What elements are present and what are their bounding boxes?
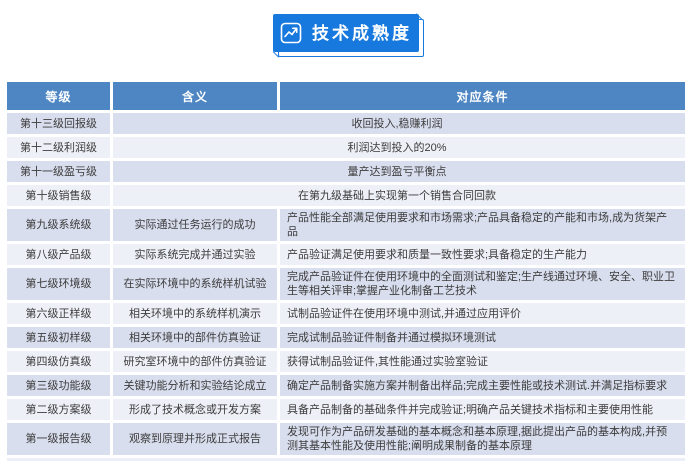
condition-cell: 确定产品制备实施方案并制备出样品;完成主要性能或技术测试.并满足指标要求 [280, 375, 685, 396]
table-row: 第八级产品级 实际系统完成并通过实验 产品验证满足使用要求和质量一致性要求;具备… [7, 244, 685, 265]
table-row: 第六级正样级 相关环境中的系统样机演示 试制品验证件在使用环境中测试,并通过应用… [7, 303, 685, 324]
condition-cell: 具备产品制备的基础条件并完成验证;明确产品关键技术指标和主要使用性能 [280, 399, 685, 420]
page: 技术成熟度 等级 含义 对应条件 第十三级回报级 收回投入,稳赚利润 第十二级利… [0, 14, 692, 461]
condition-cell: 利润达到投入的20% [113, 137, 685, 158]
level-cell: 第九级系统级 [7, 209, 110, 241]
meaning-cell: 在实际环境中的系统样机试验 [113, 268, 277, 300]
table-row: 第十一级盈亏级 量产达到盈亏平衡点 [7, 161, 685, 182]
maturity-table: 等级 含义 对应条件 第十三级回报级 收回投入,稳赚利润 第十二级利润级 利润达… [7, 82, 685, 461]
level-cell: 第一级报告级 [7, 423, 110, 455]
level-cell: 第三级功能级 [7, 375, 110, 396]
table-row: 第七级环境级 在实际环境中的系统样机试验 完成产品验证件在使用环境中的全面测试和… [7, 268, 685, 300]
trend-up-icon [280, 22, 302, 44]
level-cell: 第十一级盈亏级 [7, 161, 110, 182]
condition-cell: 完成产品验证件在使用环境中的全面测试和鉴定;生产线通过环境、安全、职业卫生等相关… [280, 268, 685, 300]
table-row: 第二级方案级 形成了技术概念或开发方案 具备产品制备的基础条件并完成验证;明确产… [7, 399, 685, 420]
condition-cell: 量产达到盈亏平衡点 [113, 161, 685, 182]
meaning-cell: 关键功能分析和实验结论成立 [113, 375, 277, 396]
meaning-cell: 相关环境中的部件仿真验证 [113, 327, 277, 348]
condition-cell: 在第九级基础上实现第一个销售合同回款 [113, 185, 685, 206]
condition-cell: 试制品验证件在使用环境中测试,并通过应用评价 [280, 303, 685, 324]
level-cell: 第十二级利润级 [7, 137, 110, 158]
level-cell: 第七级环境级 [7, 268, 110, 300]
condition-cell: 发现可作为产品研发基础的基本概念和基本原理,据此提出产品的基本构成,并预测其基本… [280, 423, 685, 455]
meaning-cell: 观察到原理并形成正式报告 [113, 423, 277, 455]
table-row: 第四级仿真级 研究室环境中的部件仿真验证 获得试制品验证件,其性能通过实验室验证 [7, 351, 685, 372]
condition-cell: 收回投入,稳赚利润 [113, 113, 685, 134]
column-header-level: 等级 [7, 82, 110, 110]
condition-cell: 获得试制品验证件,其性能通过实验室验证 [280, 351, 685, 372]
title-badge: 技术成熟度 [273, 14, 419, 52]
meaning-cell: 实际通过任务运行的成功 [113, 209, 277, 241]
column-header-meaning: 含义 [113, 82, 277, 110]
table-body: 第十三级回报级 收回投入,稳赚利润 第十二级利润级 利润达到投入的20% 第十一… [7, 113, 685, 455]
table-row: 第十二级利润级 利润达到投入的20% [7, 137, 685, 158]
table-row: 第十级销售级 在第九级基础上实现第一个销售合同回款 [7, 185, 685, 206]
level-cell: 第五级初样级 [7, 327, 110, 348]
condition-cell: 产品性能全部满足使用要求和市场需求;产品具备稳定的产能和市场,成为货架产品 [280, 209, 685, 241]
level-cell: 第十级销售级 [7, 185, 110, 206]
table-row: 第三级功能级 关键功能分析和实验结论成立 确定产品制备实施方案并制备出样品;完成… [7, 375, 685, 396]
condition-cell: 完成试制品验证件制备并通过模拟环境测试 [280, 327, 685, 348]
level-cell: 第二级方案级 [7, 399, 110, 420]
level-cell: 第六级正样级 [7, 303, 110, 324]
meaning-cell: 形成了技术概念或开发方案 [113, 399, 277, 420]
table-header: 等级 含义 对应条件 [7, 82, 685, 110]
meaning-cell: 研究室环境中的部件仿真验证 [113, 351, 277, 372]
level-cell: 第八级产品级 [7, 244, 110, 265]
table-row: 第一级报告级 观察到原理并形成正式报告 发现可作为产品研发基础的基本概念和基本原… [7, 423, 685, 455]
badge-title: 技术成熟度 [312, 25, 412, 42]
table-row: 第五级初样级 相关环境中的部件仿真验证 完成试制品验证件制备并通过模拟环境测试 [7, 327, 685, 348]
table-row: 第十三级回报级 收回投入,稳赚利润 [7, 113, 685, 134]
table-row: 第九级系统级 实际通过任务运行的成功 产品性能全部满足使用要求和市场需求;产品具… [7, 209, 685, 241]
badge: 技术成熟度 [273, 14, 419, 52]
level-cell: 第四级仿真级 [7, 351, 110, 372]
meaning-cell: 相关环境中的系统样机演示 [113, 303, 277, 324]
meaning-cell: 实际系统完成并通过实验 [113, 244, 277, 265]
condition-cell: 产品验证满足使用要求和质量一致性要求;具备稳定的生产能力 [280, 244, 685, 265]
column-header-condition: 对应条件 [280, 82, 685, 110]
level-cell: 第十三级回报级 [7, 113, 110, 134]
